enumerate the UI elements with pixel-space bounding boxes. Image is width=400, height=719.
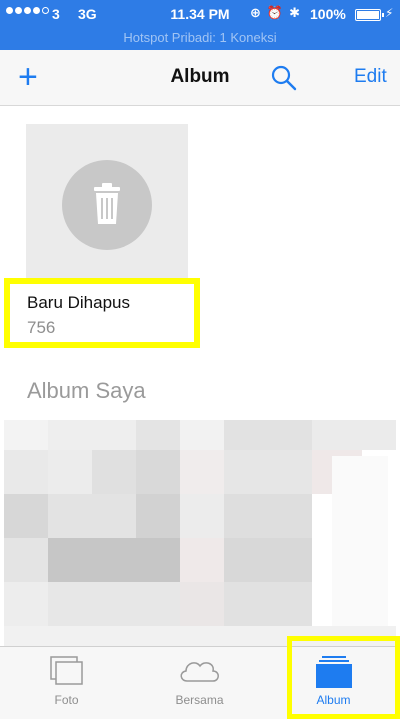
recently-deleted-album-thumbnail[interactable]	[26, 124, 188, 284]
bluetooth-icon: ✱	[289, 5, 300, 20]
cloud-icon	[180, 662, 219, 682]
alarm-icon: ⏰	[266, 5, 284, 20]
hotspot-banner[interactable]: Hotspot Pribadi: 1 Koneksi	[0, 30, 400, 45]
blurred-album-grid	[4, 420, 396, 646]
annotation-highlight-box	[287, 636, 400, 719]
section-title: Album Saya	[27, 378, 146, 403]
edit-button[interactable]: Edit	[354, 66, 387, 88]
tab-label: Bersama	[175, 693, 224, 707]
album-count: 756	[27, 318, 56, 337]
rotation-lock-icon: ⊕	[250, 5, 261, 20]
photos-icon	[49, 656, 83, 685]
status-row: 3 3G 11.34 PM ⊕ ⏰ ✱ 100% ⚡	[0, 4, 400, 24]
tab-bersama[interactable]: Bersama	[133, 647, 266, 719]
search-icon[interactable]	[270, 64, 298, 92]
trash-icon	[62, 160, 152, 250]
status-icons: ⊕ ⏰ ✱	[250, 5, 300, 21]
tab-foto[interactable]: Foto	[0, 647, 133, 719]
battery-percent: 100%	[310, 6, 346, 22]
status-bar: 3 3G 11.34 PM ⊕ ⏰ ✱ 100% ⚡ Hotspot Priba…	[0, 0, 400, 50]
navigation-bar: + Album Edit	[0, 50, 400, 106]
battery-icon	[355, 9, 384, 21]
album-name[interactable]: Baru Dihapus	[27, 293, 130, 313]
page-title: Album	[170, 66, 230, 87]
charging-icon: ⚡	[385, 6, 394, 20]
tab-label: Foto	[54, 693, 79, 707]
